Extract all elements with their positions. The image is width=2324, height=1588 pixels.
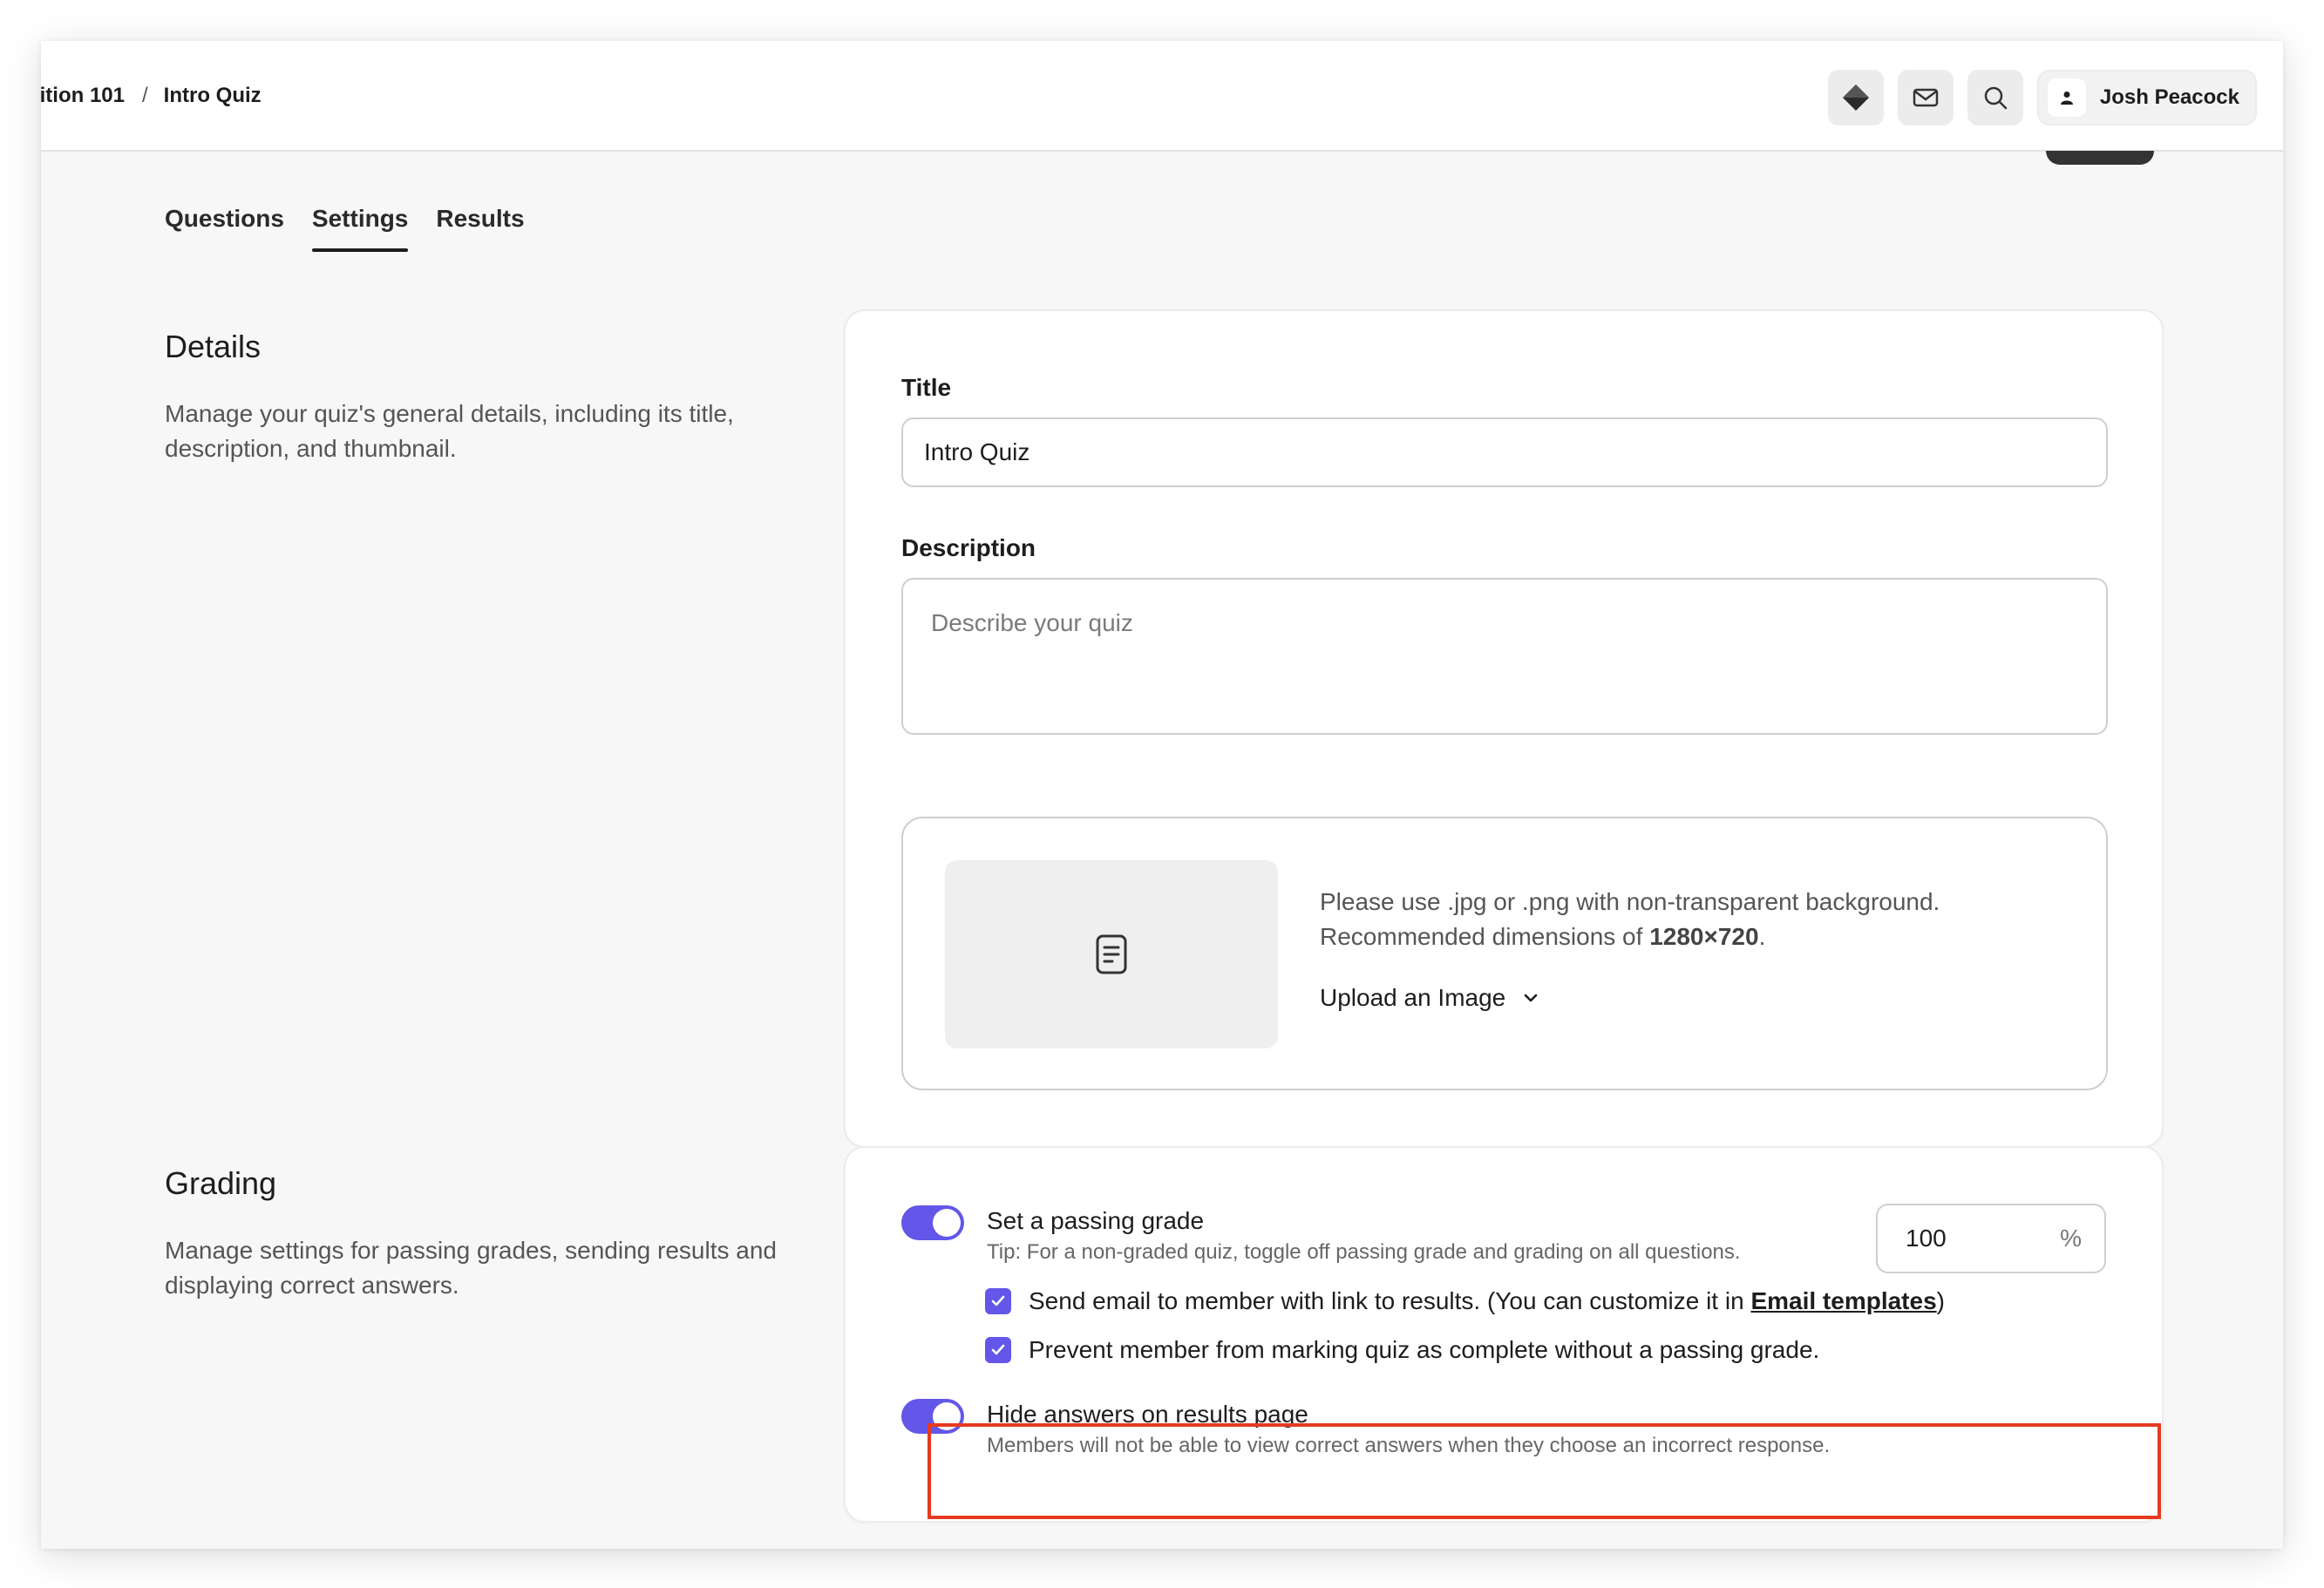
breadcrumb-current: Intro Quiz xyxy=(163,83,262,107)
diamond-icon xyxy=(1842,85,1869,111)
prevent-complete-checkbox[interactable] xyxy=(985,1337,1011,1363)
details-description: Manage your quiz's general details, incl… xyxy=(165,400,734,462)
upload-image-label: Upload an Image xyxy=(1320,984,1506,1011)
tab-questions[interactable]: Questions xyxy=(165,205,284,252)
grading-heading: Grading xyxy=(165,1165,277,1201)
passing-grade-value: 100 xyxy=(1906,1225,1947,1252)
percent-unit: % xyxy=(2060,1225,2082,1252)
description-textarea[interactable]: Describe your quiz xyxy=(901,578,2108,735)
send-email-row: Send email to member with link to result… xyxy=(985,1287,1945,1315)
user-icon xyxy=(2060,92,2073,105)
user-name: Josh Peacock xyxy=(2099,85,2239,109)
details-section-info: Details Manage your quiz's general detai… xyxy=(165,329,819,466)
description-label: Description xyxy=(901,534,1036,561)
mail-button[interactable] xyxy=(1897,70,1954,126)
send-email-label: Send email to member with link to result… xyxy=(1029,1287,1945,1314)
app-window: ition 101 / Intro Quiz Josh Peacock Ques… xyxy=(41,41,2283,1549)
tab-results[interactable]: Results xyxy=(436,205,524,252)
document-icon xyxy=(1096,934,1127,974)
thumbnail-dimensions-hint: Recommended dimensions of 1280×720. xyxy=(1320,923,1766,950)
title-input[interactable]: Intro Quiz xyxy=(901,417,2108,487)
passing-grade-label: Set a passing grade xyxy=(987,1207,1205,1234)
hide-answers-description: Members will not be able to view correct… xyxy=(987,1434,1831,1457)
grading-section-info: Grading Manage settings for passing grad… xyxy=(165,1165,819,1303)
prevent-complete-label: Prevent member from marking quiz as comp… xyxy=(1029,1336,1820,1363)
passing-grade-input[interactable]: 100 % xyxy=(1876,1204,2106,1273)
breadcrumb: ition 101 / Intro Quiz xyxy=(41,84,262,108)
thumbnail-uploader: Please use .jpg or .png with non-transpa… xyxy=(901,817,2108,1090)
diamond-button[interactable] xyxy=(1827,70,1884,126)
top-bar: ition 101 / Intro Quiz Josh Peacock xyxy=(41,41,2283,152)
check-icon xyxy=(991,1344,1005,1355)
thumbnail-preview[interactable] xyxy=(945,860,1278,1048)
breadcrumb-separator: / xyxy=(142,83,148,107)
passing-grade-row: Set a passing grade Tip: For a non-grade… xyxy=(901,1205,1741,1265)
details-card: Title Intro Quiz Description Describe yo… xyxy=(844,309,2164,1148)
passing-grade-toggle[interactable] xyxy=(901,1205,964,1240)
thumbnail-format-hint: Please use .jpg or .png with non-transpa… xyxy=(1320,888,1940,915)
breadcrumb-parent-link[interactable]: ition 101 xyxy=(41,84,125,108)
details-heading: Details xyxy=(165,329,262,364)
upload-image-button[interactable]: Upload an Image xyxy=(1320,981,1940,1015)
chevron-down-icon xyxy=(1524,994,1538,1002)
thumbnail-info: Please use .jpg or .png with non-transpa… xyxy=(1320,885,1940,1015)
passing-grade-tip: Tip: For a non-graded quiz, toggle off p… xyxy=(987,1240,1741,1264)
avatar xyxy=(2047,78,2086,117)
grading-description: Manage settings for passing grades, send… xyxy=(165,1237,777,1299)
user-menu-button[interactable]: Josh Peacock xyxy=(2036,70,2257,126)
search-button[interactable] xyxy=(1967,70,2023,126)
hide-answers-row: Hide answers on results page Members wil… xyxy=(901,1399,1830,1458)
search-icon xyxy=(1984,86,2008,110)
top-actions: Josh Peacock xyxy=(1827,70,2257,126)
grading-card: Set a passing grade Tip: For a non-grade… xyxy=(844,1146,2164,1523)
prevent-complete-row: Prevent member from marking quiz as comp… xyxy=(985,1336,1819,1364)
tab-bar: Questions Settings Results xyxy=(165,205,525,252)
hide-answers-toggle[interactable] xyxy=(901,1399,964,1434)
header-button-edge[interactable] xyxy=(2046,151,2154,165)
email-templates-link[interactable]: Email templates xyxy=(1750,1287,1936,1314)
hide-answers-label: Hide answers on results page xyxy=(987,1401,1308,1428)
tab-settings[interactable]: Settings xyxy=(311,205,409,252)
mail-icon xyxy=(1913,88,1939,107)
title-label: Title xyxy=(901,374,952,401)
check-icon xyxy=(991,1295,1005,1306)
send-email-checkbox[interactable] xyxy=(985,1288,1011,1314)
